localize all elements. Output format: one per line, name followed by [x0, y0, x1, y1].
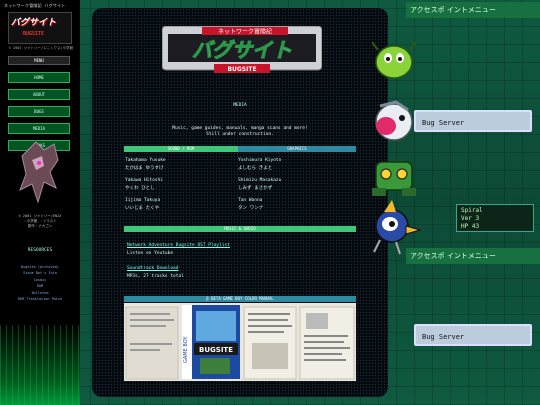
sidebar-subtitle: © 2001 ジャトリー/エニックス/小学館: [8, 46, 74, 50]
sidebar: ネットワーク冒険記 バグサイト バグサイト BUGSITE © 2001 ジャト…: [0, 0, 80, 405]
manual-box-title: BUGSITE: [199, 346, 233, 354]
music-audio-bar: MUSIC & AUDIO: [124, 226, 356, 232]
status-box: Spiral Ver 3 HP 43: [456, 204, 534, 232]
bugsite-logo: ネットワーク冒険記 バグサイト BUGSITE: [162, 26, 322, 73]
sidebar-logo-sub: BUGSITE: [23, 31, 45, 37]
circuit-decoration: [0, 325, 80, 405]
intro-line: Music, game guides, manuals, manga scans…: [172, 126, 308, 131]
svg-text:ネットワーク冒険記: ネットワーク冒険記: [218, 28, 272, 36]
nav-home[interactable]: HOME: [8, 72, 70, 83]
credit-romaji: Yakawa Hitoshi: [125, 178, 163, 183]
stat-ver: Ver 3: [461, 215, 480, 222]
resources-list: BugSite (Archived) Stone Bot's Info Cosm…: [0, 264, 80, 302]
credit-kana: たかはま ゆうすけ: [125, 166, 164, 171]
download-subtext: MP3s, 27 tracks total: [127, 274, 184, 279]
graphics-bar: GRAPHICS: [238, 146, 356, 152]
manual-bar: β BETA GAME BOY COLOR MANUAL: [124, 296, 356, 302]
sidebar-logo[interactable]: バグサイト BUGSITE: [8, 12, 72, 44]
section-title: MEDIA: [233, 103, 247, 108]
credit-romaji: Takahama Yusuke: [125, 158, 166, 163]
manual-scan-graphic: GAME BOY BUGSITE: [124, 303, 356, 381]
intro-line: Still under construction.: [206, 132, 274, 137]
credit-romaji: Iijima Takuya: [125, 198, 161, 203]
credit-romaji: Tan Wanna: [238, 198, 263, 203]
logo-title: バグサイト: [192, 38, 292, 62]
credit-kana: やくわ ひとし: [125, 186, 155, 191]
sound-rom-bar: SOUND / ROM: [124, 146, 238, 152]
nav-media[interactable]: MEDIA: [8, 123, 70, 134]
copyright-block: © 2001 ジャトリー/ENIX ・小学館 ・イラスト 原作・ナカゴン: [4, 214, 76, 229]
resources-header: RESOURCES: [27, 248, 53, 253]
credit-kana: いいじま たくや: [125, 206, 160, 211]
menu-header: MENU: [8, 56, 70, 65]
manual-image[interactable]: GAME BOY BUGSITE: [124, 303, 356, 381]
credit-kana: タン ワンナ: [238, 206, 264, 211]
credit-romaji: Yoshimura Kiyoto: [238, 158, 282, 163]
sidebar-top-text: ネットワーク冒険記 バグサイト: [4, 3, 66, 8]
access-point-menu-label: アクセスポ イントメニュー: [406, 248, 540, 264]
bug-server-box: Bug Server: [414, 110, 532, 132]
playlist-link[interactable]: Network Adventure Bugsite OST Playlist: [127, 243, 230, 248]
stat-name: Spiral: [461, 207, 483, 214]
copyright-line: 原作・ナカゴン: [27, 224, 53, 228]
logo-subtitle: BUGSITE: [227, 66, 256, 73]
robot-illustration: [19, 141, 59, 204]
sidebar-logo-text: バグサイト: [11, 18, 57, 28]
bug-server-box: Bug Server: [414, 324, 532, 346]
credit-romaji: Shimizu Masakazu: [238, 178, 282, 183]
playlist-subtext: Listen on Youtube: [127, 251, 174, 256]
download-link[interactable]: Soundtrack Download: [127, 266, 178, 271]
credit-kana: よしむら きよと: [238, 166, 273, 171]
nav-about[interactable]: ABOUT: [8, 89, 70, 100]
resource-link[interactable]: ROM Translation Patch: [0, 296, 80, 302]
game-screenshot-panel: アクセスポ イントメニュー Bug Server Spiral Ver 3 HP…: [406, 0, 540, 405]
stat-hp: HP 43: [461, 223, 480, 230]
main-content-panel: ネットワーク冒険記 バグサイト BUGSITE MEDIA Music, gam…: [92, 8, 388, 397]
nav-bugs[interactable]: BUGS: [8, 106, 70, 117]
credit-kana: しみず まさかず: [238, 186, 273, 191]
manual-box-gameboy: GAME BOY: [183, 336, 189, 363]
access-point-menu-label: アクセスポ イントメニュー: [406, 2, 540, 18]
